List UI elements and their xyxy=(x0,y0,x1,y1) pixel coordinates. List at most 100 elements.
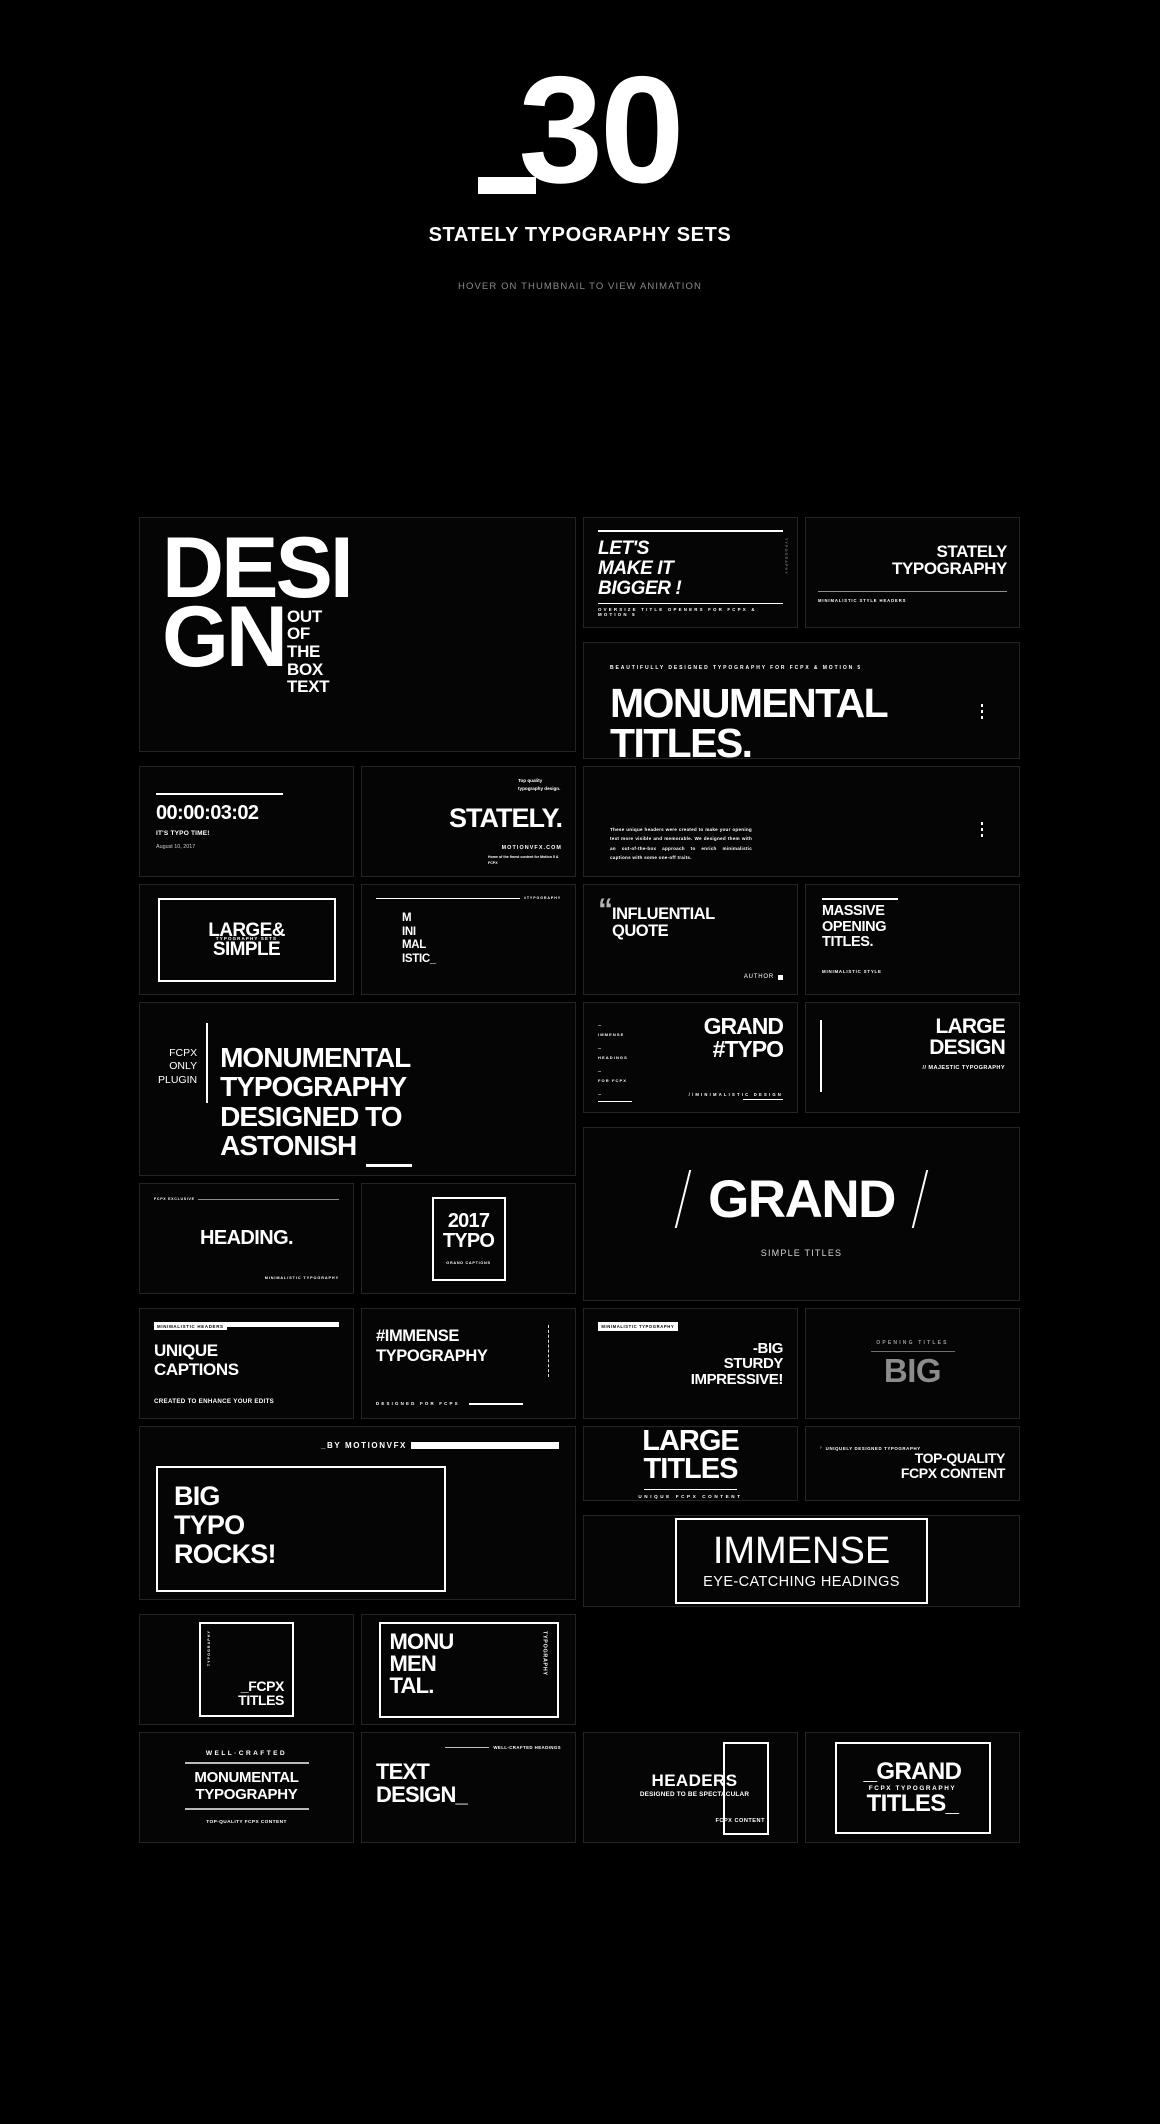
card-well-crafted[interactable]: WELL·CRAFTED MONUMENTAL TYPOGRAPHY TOP-Q… xyxy=(139,1732,354,1843)
card-2017-typo[interactable]: 2017 TYPO GRAND CAPTIONS xyxy=(361,1183,576,1294)
card-headers[interactable]: HEADERS DESIGNED TO BE SPECTACULAR FCPX … xyxy=(583,1732,798,1843)
grand-typo-side-item-2: FOR FCPX xyxy=(598,1078,628,1083)
card-unique-captions[interactable]: MINIMALISTIC HEADERS UNIQUE CAPTIONS CRE… xyxy=(139,1308,354,1419)
fcpx-vertical-label: TYPOGRAPHY xyxy=(207,1630,211,1667)
card-lets-make-it-bigger[interactable]: LET'S MAKE IT BIGGER ! TYPOGRAPHY OVERSI… xyxy=(583,517,798,628)
unique-tag: MINIMALISTIC HEADERS xyxy=(154,1322,227,1331)
card-fcpx-titles[interactable]: TYPOGRAPHY _FCPX TITLES xyxy=(139,1614,354,1725)
astonish-divider xyxy=(206,1023,209,1103)
card-monumental-titles[interactable]: BEAUTIFULLY DESIGNED TYPOGRAPHY FOR FCPX… xyxy=(583,642,1020,759)
immense-typo-footer-rule xyxy=(468,1402,523,1405)
heading-footer: MINIMALISTIC TYPOGRAPHY xyxy=(264,1276,339,1280)
page-header: 30 STATELY TYPOGRAPHY SETS HOVER ON THUM… xyxy=(0,0,1160,293)
stately-note: Home of the finest content for Motion 5 … xyxy=(488,854,559,865)
card-monumental-typography-astonish[interactable]: FCPX ONLY PLUGIN MONUMENTAL TYPOGRAPHY D… xyxy=(139,1002,576,1176)
card-immense-typography[interactable]: #IMMENSE TYPOGRAPHY DESIGNED FOR FCPX xyxy=(361,1308,576,1419)
well-crafted-rule-bottom xyxy=(184,1808,309,1810)
card-grand-titles[interactable]: _GRAND FCPX TYPOGRAPHY TITLES_ xyxy=(805,1732,1020,1843)
big-gray-caption: OPENING TITLES xyxy=(876,1340,949,1346)
grand-title: GRAND xyxy=(708,1169,896,1229)
large-simple-line2: SIMPLE xyxy=(212,938,281,960)
grand-typo-side-item-1: HEADINGS xyxy=(598,1055,628,1060)
thumbnail-grid: DESI GN OUT OF THE BOX TEXT LET'S MAKE I… xyxy=(139,517,1021,1850)
big-gray-title: BIG xyxy=(883,1352,942,1389)
stately-typo-rule xyxy=(818,590,1007,592)
card-massive-opening-titles[interactable]: MASSIVE OPENING TITLES. MINIMALISTIC STY… xyxy=(805,884,1020,995)
grid-row: FCPX EXCLUSIVE HEADING. MINIMALISTIC TYP… xyxy=(139,1183,576,1294)
card-big-typo-rocks[interactable]: _BY MOTIONVFX BIG TYPO ROCKS! xyxy=(139,1426,576,1600)
rocks-header: _BY MOTIONVFX xyxy=(156,1441,559,1450)
minimalistic-header: #TYPOGRAPHY xyxy=(376,896,561,900)
large-titles-caption: UNIQUE FCPX CONTENT xyxy=(638,1494,743,1500)
headers-body: HEADERS DESIGNED TO BE SPECTACULAR xyxy=(640,1772,749,1798)
immense-typo-footer: DESIGNED FOR FCPX xyxy=(376,1401,460,1406)
monumental-title: MONUMENTAL TITLES. xyxy=(610,680,889,759)
immense-typo-title: #IMMENSE TYPOGRAPHY xyxy=(376,1327,488,1366)
grand-titles-line2: TITLES_ xyxy=(866,1789,959,1817)
grid-row: 00:00:03:02 IT'S TYPO TIME! August 10, 2… xyxy=(139,766,1021,877)
grand-typo-main: GRAND #TYPO //MINIMALISTIC DESIGN xyxy=(650,1015,784,1100)
grand-typo-footer: //MINIMALISTIC DESIGN xyxy=(688,1091,783,1097)
card-stately-typography[interactable]: STATELY TYPOGRAPHY MINIMALISTIC STYLE HE… xyxy=(805,517,1020,628)
immense-caption: EYE-CATCHING HEADINGS xyxy=(703,1574,900,1590)
monumental-dots-icon xyxy=(980,704,983,722)
card-minimalistic[interactable]: #TYPOGRAPHY M INI MAL ISTIC_ xyxy=(361,884,576,995)
monumental-kicker: BEAUTIFULLY DESIGNED TYPOGRAPHY FOR FCPX… xyxy=(610,665,863,671)
stately-title: STATELY. xyxy=(448,802,563,833)
astonish-left-label: FCPX ONLY PLUGIN xyxy=(158,1047,198,1086)
card-heading[interactable]: FCPX EXCLUSIVE HEADING. MINIMALISTIC TYP… xyxy=(139,1183,354,1294)
design-line2: GN xyxy=(162,588,288,685)
card-stately[interactable]: Top quality typography design. STATELY. … xyxy=(361,766,576,877)
card-monumental[interactable]: MONU MEN TAL. TYPOGRAPHY xyxy=(361,1614,576,1725)
card-large-design[interactable]: LARGE DESIGN // MAJESTIC TYPOGRAPHY xyxy=(805,1002,1020,1113)
well-crafted-footer: TOP-QUALITY FCPX CONTENT xyxy=(206,1819,287,1825)
text-design-title: TEXT DESIGN_ xyxy=(376,1759,468,1807)
fcpx-title: _FCPX TITLES xyxy=(238,1678,284,1708)
hero-title: 30 xyxy=(478,54,685,206)
unique-footer: CREATED TO ENHANCE YOUR EDITS xyxy=(154,1398,275,1405)
unique-tag-row: MINIMALISTIC HEADERS xyxy=(154,1322,339,1331)
card-timecode[interactable]: 00:00:03:02 IT'S TYPO TIME! August 10, 2… xyxy=(139,766,354,877)
well-crafted-title: MONUMENTAL TYPOGRAPHY xyxy=(194,1768,299,1803)
quote-mark-icon: “ xyxy=(598,893,613,926)
page-subtitle: STATELY TYPOGRAPHY SETS xyxy=(428,224,732,247)
grid-row: LET'S MAKE IT BIGGER ! TYPOGRAPHY OVERSI… xyxy=(583,517,1020,628)
card-big-opening-titles[interactable]: OPENING TITLES BIG xyxy=(805,1308,1020,1419)
immense-typo-footer-row: DESIGNED FOR FCPX xyxy=(376,1401,561,1406)
minimalistic-stack: M INI MAL ISTIC_ xyxy=(402,912,436,965)
card-immense-eye-catching[interactable]: IMMENSE EYE-CATCHING HEADINGS xyxy=(583,1515,1020,1607)
grid-col: DESI GN OUT OF THE BOX TEXT xyxy=(139,517,576,759)
card-grand[interactable]: GRAND SIMPLE TITLES xyxy=(583,1127,1020,1301)
monu-title: MONU MEN TAL. xyxy=(389,1628,455,1699)
minimalistic-rule xyxy=(376,897,520,899)
grand-typo-dash-icon xyxy=(598,1094,601,1095)
card-top-quality-fcpx[interactable]: › UNIQUELY DESIGNED TYPOGRAPHY TOP-QUALI… xyxy=(805,1426,1020,1501)
card-text-design[interactable]: WELL-CRAFTED HEADINGS TEXT DESIGN_ xyxy=(361,1732,576,1843)
card-grand-typo[interactable]: IMMENSE HEADINGS FOR FCPX GRAND #TYPO //… xyxy=(583,1002,798,1113)
card-large-titles[interactable]: LARGE TITLES UNIQUE FCPX CONTENT xyxy=(583,1426,798,1501)
fcpx-frame: TYPOGRAPHY _FCPX TITLES xyxy=(199,1622,294,1717)
astonish-right: MONUMENTAL TYPOGRAPHY DESIGNED TO ASTONI… xyxy=(220,1017,413,1167)
quote-author-label: AUTHOR xyxy=(743,974,774,980)
headers-footer: FCPX CONTENT xyxy=(715,1818,765,1824)
card-big-sturdy-impressive[interactable]: MINIMALISTIC TYPOGRAPHY -BIG STURDY IMPR… xyxy=(583,1308,798,1419)
monumental-dots-icon-2 xyxy=(980,822,983,840)
grid-row: LARGE TITLES UNIQUE FCPX CONTENT › UNIQU… xyxy=(583,1426,1020,1501)
card-design-out-of-the-box[interactable]: DESI GN OUT OF THE BOX TEXT xyxy=(139,517,576,752)
large-titles-title: LARGE TITLES xyxy=(642,1426,739,1485)
text-design-header: WELL-CRAFTED HEADINGS xyxy=(376,1745,561,1750)
headers-caption: DESIGNED TO BE SPECTACULAR xyxy=(639,1790,750,1798)
unique-title: UNIQUE CAPTIONS xyxy=(154,1341,239,1379)
monu-frame: MONU MEN TAL. TYPOGRAPHY xyxy=(378,1621,559,1718)
typo2017-caption: GRAND CAPTIONS xyxy=(446,1260,491,1265)
grand-typo-dash-icon xyxy=(598,1071,601,1072)
sturdy-tag: MINIMALISTIC TYPOGRAPHY xyxy=(598,1322,678,1331)
page-root: 30 STATELY TYPOGRAPHY SETS HOVER ON THUM… xyxy=(0,0,1160,2124)
card-monumental-titles-footer[interactable]: These unique headers were created to mak… xyxy=(583,766,1020,877)
card-influential-quote[interactable]: “ INFLUENTIAL QUOTE AUTHOR xyxy=(583,884,798,995)
text-design-rule xyxy=(445,1747,490,1748)
headers-title: HEADERS xyxy=(651,1770,738,1790)
grand-caption: SIMPLE TITLES xyxy=(760,1248,843,1258)
card-large-and-simple[interactable]: LARGE& TYPOGRAPHY SETS SIMPLE xyxy=(139,884,354,995)
